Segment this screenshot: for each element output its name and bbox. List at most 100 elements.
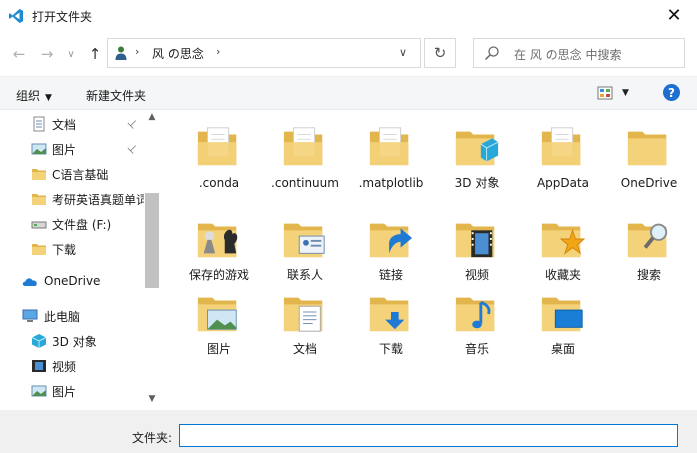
- sidebar-item-label: OneDrive: [44, 274, 101, 288]
- folder-star-icon: [541, 223, 586, 258]
- folder-search-icon: [627, 223, 668, 258]
- pictures-icon: [31, 385, 47, 397]
- file-item[interactable]: AppData: [520, 122, 606, 202]
- address-bar[interactable]: › 风 の思念 › ∨: [107, 38, 421, 68]
- file-item-label: 音乐: [464, 342, 489, 356]
- sidebar-item-label: 文件盘 (F:): [52, 218, 112, 232]
- sidebar-item[interactable]: C语言基础: [0, 162, 144, 186]
- scroll-down-icon[interactable]: ▼: [144, 394, 160, 410]
- organize-button[interactable]: 组织 ▼: [16, 87, 52, 104]
- sidebar-scrollbar[interactable]: ▲ ▼: [144, 110, 160, 410]
- computer-icon: [22, 309, 38, 322]
- file-list: .conda .continuum .matplotlib 3D 对象 AppData O…: [160, 110, 697, 410]
- sidebar-item[interactable]: 图片 ⊥: [0, 137, 144, 161]
- folder-icon: [627, 131, 667, 166]
- sidebar-item[interactable]: 考研英语真题单词: [0, 187, 144, 211]
- folder-contacts-icon: [283, 223, 325, 258]
- breadcrumb-separator: ›: [135, 45, 140, 58]
- pin-icon: ⊥: [124, 140, 141, 157]
- sidebar-item[interactable]: 视频: [0, 354, 144, 378]
- arrow-up-icon: ↑: [88, 45, 102, 63]
- sidebar-item-label: C语言基础: [52, 168, 109, 182]
- close-button[interactable]: ✕: [651, 0, 697, 31]
- document-icon: [33, 116, 45, 132]
- file-item[interactable]: 文档: [262, 288, 348, 368]
- footer-bar: 文件夹:: [0, 410, 697, 453]
- folder-download-icon: [369, 297, 409, 332]
- refresh-button[interactable]: ↻: [424, 38, 456, 68]
- folder-icon: [32, 194, 46, 205]
- file-item-label: 下载: [378, 342, 403, 356]
- scroll-up-icon[interactable]: ▲: [144, 112, 160, 128]
- folder-pictures-icon: [197, 297, 237, 332]
- file-item[interactable]: 联系人: [262, 214, 348, 294]
- pin-icon: ⊥: [124, 115, 141, 132]
- sidebar-item[interactable]: 此电脑: [0, 304, 144, 328]
- folder-doc-icon: [541, 127, 581, 166]
- file-item[interactable]: 下载: [348, 288, 434, 368]
- folder-name-input[interactable]: [179, 424, 678, 447]
- file-item[interactable]: 3D 对象: [434, 122, 520, 202]
- address-dropdown-icon[interactable]: ∨: [399, 46, 407, 59]
- file-item[interactable]: .conda: [176, 122, 262, 202]
- file-item-label: .conda: [198, 176, 240, 190]
- file-item[interactable]: 视频: [434, 214, 520, 294]
- chevron-down-icon: ∨: [67, 48, 75, 60]
- sidebar-item[interactable]: 3D 对象: [0, 329, 144, 353]
- file-item-label: AppData: [536, 176, 590, 190]
- sidebar-item[interactable]: 下载: [0, 237, 144, 261]
- help-button[interactable]: ?: [663, 84, 680, 101]
- command-bar: 组织 ▼ 新建文件夹: [0, 76, 697, 110]
- file-item[interactable]: 链接: [348, 214, 434, 294]
- file-item[interactable]: .matplotlib: [348, 122, 434, 202]
- file-item-label: 保存的游戏: [188, 268, 249, 282]
- sidebar-item-label: 下载: [52, 243, 77, 257]
- sidebar-item-label: 文档: [52, 118, 77, 132]
- view-dropdown-icon[interactable]: ▼: [622, 88, 629, 98]
- up-button[interactable]: ↑: [84, 44, 106, 64]
- file-item[interactable]: 桌面: [520, 288, 606, 368]
- folder-games-icon: [197, 223, 238, 258]
- sidebar-item-label: 视频: [52, 360, 77, 374]
- sidebar-item[interactable]: 文档 ⊥: [0, 112, 144, 136]
- window-title: 打开文件夹: [32, 10, 93, 24]
- back-button[interactable]: ←: [8, 44, 30, 64]
- file-item[interactable]: 搜索: [606, 214, 692, 294]
- folder-music-icon: [455, 297, 495, 332]
- file-item-label: 图片: [206, 342, 231, 356]
- breadcrumb-item[interactable]: 风 の思念: [152, 45, 204, 62]
- title-bar: 打开文件夹 ✕: [0, 0, 697, 31]
- caret-down-icon: ▼: [45, 93, 52, 103]
- sidebar-item[interactable]: 图片: [0, 379, 144, 403]
- search-box[interactable]: 在 风 の思念 中搜索: [473, 38, 685, 68]
- refresh-icon: ↻: [433, 44, 447, 62]
- file-item-label: 3D 对象: [454, 176, 500, 190]
- sidebar-item-label: 此电脑: [44, 310, 81, 324]
- sidebar-item[interactable]: 文件盘 (F:): [0, 212, 144, 236]
- scroll-thumb[interactable]: [145, 193, 159, 288]
- file-item-label: 联系人: [286, 268, 323, 282]
- help-icon: ?: [668, 85, 675, 100]
- folder-doc-icon: [283, 127, 323, 166]
- new-folder-button[interactable]: 新建文件夹: [86, 87, 146, 104]
- user-folder-icon: [115, 46, 127, 60]
- file-item[interactable]: 收藏夹: [520, 214, 606, 294]
- file-item[interactable]: 音乐: [434, 288, 520, 368]
- search-icon: [484, 46, 499, 61]
- forward-button[interactable]: →: [36, 44, 58, 64]
- folder-desktop-icon: [541, 297, 583, 332]
- breadcrumb-separator[interactable]: ›: [216, 45, 220, 58]
- file-item[interactable]: .continuum: [262, 122, 348, 202]
- search-placeholder: 在 风 の思念 中搜索: [514, 48, 622, 62]
- video-icon: [32, 360, 46, 372]
- file-item-label: .continuum: [271, 176, 339, 190]
- file-item[interactable]: 保存的游戏: [176, 214, 262, 294]
- file-item[interactable]: OneDrive: [606, 122, 692, 202]
- recent-locations-button[interactable]: ∨: [60, 44, 82, 64]
- sidebar-item[interactable]: OneDrive: [0, 270, 144, 294]
- folder-3d-icon: [455, 131, 499, 166]
- vscode-icon: [9, 9, 23, 23]
- file-item[interactable]: 图片: [176, 288, 262, 368]
- folder-icon: [32, 169, 46, 180]
- view-options-icon[interactable]: [597, 85, 613, 101]
